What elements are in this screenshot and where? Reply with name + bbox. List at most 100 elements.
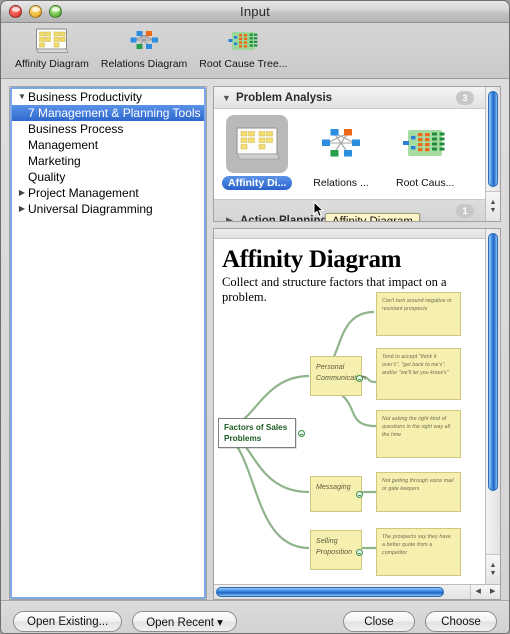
tooltip: Affinity Diagram [325,213,420,221]
preview-category-label: Messaging [316,484,351,491]
template-item-label: Affinity Di... [222,176,293,190]
collapse-knob-icon [298,430,305,437]
disclosure-triangle-icon[interactable]: ▶ [16,201,28,217]
close-window-button[interactable] [9,5,22,18]
dialog-body: ▼ Business Productivity 7 Management & P… [1,79,509,600]
zoom-window-button[interactable] [49,5,62,18]
category-tree-pane[interactable]: ▼ Business Productivity 7 Management & P… [9,86,207,600]
sidebar-item-project-management[interactable]: ▶ Project Management [10,185,206,201]
sidebar-item-label: Universal Diagramming [28,202,153,216]
template-row: Affinity Di... Relations ... Root Caus..… [214,109,500,191]
template-preview-pane: Affinity Diagram Collect and structure f… [213,228,501,600]
relations-diagram-thumb [310,115,372,173]
preview-category-note: Selling Proposition [310,530,362,570]
scroll-left-icon[interactable]: ◀ [476,588,481,596]
preview-category-label: Selling Proposition [316,538,353,556]
preview-title: Affinity Diagram [222,246,402,273]
sidebar-item-management[interactable]: Management [10,137,206,153]
preview-top-strip [214,229,500,239]
window-controls [9,5,62,18]
template-item-root-cause-tree[interactable]: Root Caus... [390,115,460,191]
template-item-label: Root Caus... [396,177,455,189]
preview-horizontal-scrollbar[interactable]: ◀ ▶ [214,584,500,599]
scroll-right-icon[interactable]: ▶ [490,588,495,596]
affinity-diagram-thumb [226,115,288,173]
scroll-down-icon[interactable]: ▼ [490,570,497,578]
affinity-diagram-icon [15,26,89,56]
root-cause-tree-icon [199,26,287,56]
category-tree: ▼ Business Productivity 7 Management & P… [10,87,206,217]
dialog-button-bar: Open Existing... Open Recent ▾ Close Cho… [1,600,509,633]
preview-vertical-scrollbar[interactable]: ▲ ▼ [485,229,500,584]
template-vertical-scrollbar[interactable]: ▲ ▼ [485,87,500,221]
scrollbar-steppers[interactable]: ◀ ▶ [470,585,500,599]
sidebar-item-label: Business Process [28,122,124,136]
scroll-down-icon[interactable]: ▼ [490,207,497,215]
title-bar[interactable]: Input [1,1,509,23]
input-dialog-window: Input Affinity Diagram Relations Diagram… [0,0,510,634]
scrollbar-steppers[interactable]: ▲ ▼ [486,191,500,221]
toolbar-item-root-cause-tree[interactable]: Root Cause Tree... [193,26,293,70]
toolbar: Affinity Diagram Relations Diagram Root … [1,23,509,79]
collapse-knob-icon [356,549,363,556]
template-group-badge: 1 [456,204,474,218]
scrollbar-thumb[interactable] [488,233,498,491]
toolbar-item-relations-diagram[interactable]: Relations Diagram [95,26,193,70]
disclosure-triangle-icon[interactable]: ▼ [222,93,236,103]
preview-category-note: Personal Communication [310,356,366,396]
scroll-up-icon[interactable]: ▲ [490,199,497,207]
sidebar-item-marketing[interactable]: Marketing [10,153,206,169]
sidebar-item-business-productivity[interactable]: ▼ Business Productivity [10,89,206,105]
template-item-label: Relations ... [313,177,369,189]
mouse-cursor-icon [313,200,325,221]
sidebar-item-universal-diagramming[interactable]: ▶ Universal Diagramming [10,201,206,217]
sidebar-item-label: Business Productivity [28,90,143,104]
scrollbar-steppers[interactable]: ▲ ▼ [486,554,500,584]
preview-note: Not getting through voice mail or gate k… [376,472,461,512]
template-item-relations-diagram[interactable]: Relations ... [306,115,376,191]
disclosure-triangle-icon[interactable]: ▼ [16,89,28,105]
scroll-up-icon[interactable]: ▲ [490,562,497,570]
preview-root-node: Factors of Sales Problems [218,418,296,449]
template-item-affinity-diagram[interactable]: Affinity Di... [222,115,293,191]
open-existing-button[interactable]: Open Existing... [13,611,123,632]
sidebar-item-7-management-planning-tools[interactable]: 7 Management & Planning Tools [10,105,206,121]
disclosure-triangle-icon[interactable]: ▶ [16,185,28,201]
preview-canvas: Affinity Diagram Collect and structure f… [214,240,485,584]
close-button[interactable]: Close [343,611,415,632]
relations-diagram-icon [101,26,187,56]
sidebar-item-business-process[interactable]: Business Process [10,121,206,137]
toolbar-item-label: Affinity Diagram [15,58,89,70]
resize-grip[interactable] [494,627,507,633]
toolbar-item-affinity-diagram[interactable]: Affinity Diagram [9,26,95,70]
root-cause-tree-thumb [394,115,456,173]
template-browser-pane: ▼ Problem Analysis 3 Affinity Di... Rela… [213,86,501,222]
minimize-window-button[interactable] [29,5,42,18]
window-title: Input [240,4,270,19]
sidebar-item-quality[interactable]: Quality [10,169,206,185]
sidebar-item-label: Quality [28,170,66,184]
preview-root-label: Factors of Sales Problems [224,423,288,444]
template-group-problem-analysis[interactable]: ▼ Problem Analysis 3 [214,87,500,109]
right-column: ▼ Problem Analysis 3 Affinity Di... Rela… [213,86,501,600]
disclosure-triangle-icon[interactable]: ▶ [226,215,240,221]
preview-note: The prospects say they have a better quo… [376,528,461,576]
preview-note: Tend to accept "think it over's", "get b… [376,348,461,400]
template-group-badge: 3 [456,91,474,105]
preview-note: Not asking the right kind of questions i… [376,410,461,458]
scrollbar-thumb[interactable] [216,587,444,597]
toolbar-item-label: Relations Diagram [100,58,188,70]
sidebar-item-label: Project Management [28,186,139,200]
choose-button[interactable]: Choose [425,611,497,632]
template-group-label: Problem Analysis [236,91,333,104]
sidebar-item-label: Marketing [28,154,81,168]
scrollbar-thumb[interactable] [488,91,498,187]
toolbar-item-label: Root Cause Tree... [199,58,288,70]
sidebar-item-label: Management [28,138,99,152]
preview-note: Can't turn around negative or resistant … [376,292,461,336]
collapse-knob-icon [356,375,363,382]
preview-category-note: Messaging [310,476,362,512]
open-recent-button[interactable]: Open Recent ▾ [132,611,237,632]
collapse-knob-icon [356,491,363,498]
sidebar-item-label: 7 Management & Planning Tools [28,106,201,120]
